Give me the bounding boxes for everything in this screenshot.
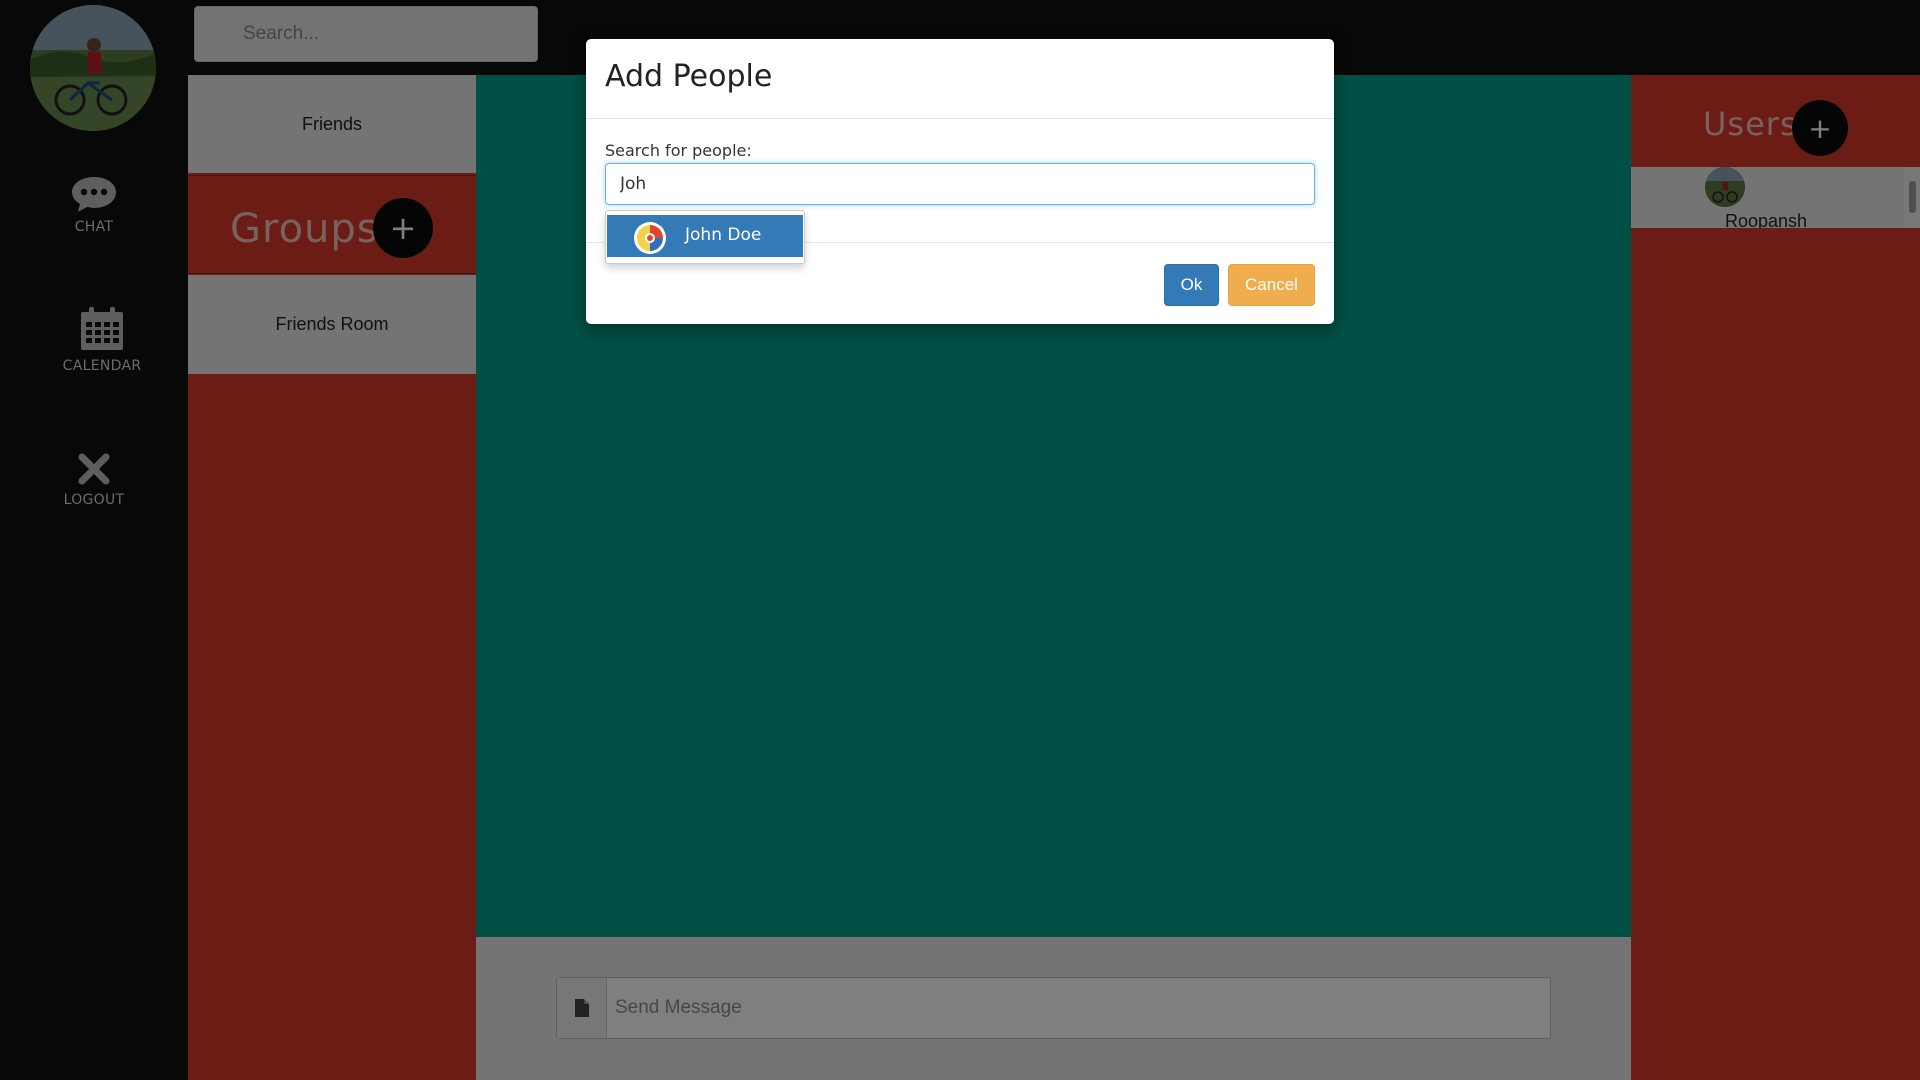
cancel-button-label: Cancel bbox=[1245, 275, 1298, 294]
suggestion-item[interactable]: John Doe bbox=[607, 215, 803, 257]
modal-header: Add People bbox=[586, 39, 1334, 119]
user-avatar-icon bbox=[633, 221, 667, 255]
add-people-modal: Add People Search for people: Ok Cancel … bbox=[586, 39, 1334, 324]
ok-button[interactable]: Ok bbox=[1164, 264, 1219, 306]
search-people-label: Search for people: bbox=[605, 141, 752, 160]
suggestion-name: John Doe bbox=[685, 225, 762, 245]
ok-button-label: Ok bbox=[1180, 275, 1203, 294]
search-people-input[interactable] bbox=[605, 163, 1315, 205]
app-root: CHAT CALENDAR LOGOUT Friends Groups + bbox=[0, 0, 1920, 1080]
modal-title: Add People bbox=[605, 59, 773, 94]
suggestion-dropdown: John Doe bbox=[605, 210, 805, 264]
cancel-button[interactable]: Cancel bbox=[1228, 264, 1315, 306]
